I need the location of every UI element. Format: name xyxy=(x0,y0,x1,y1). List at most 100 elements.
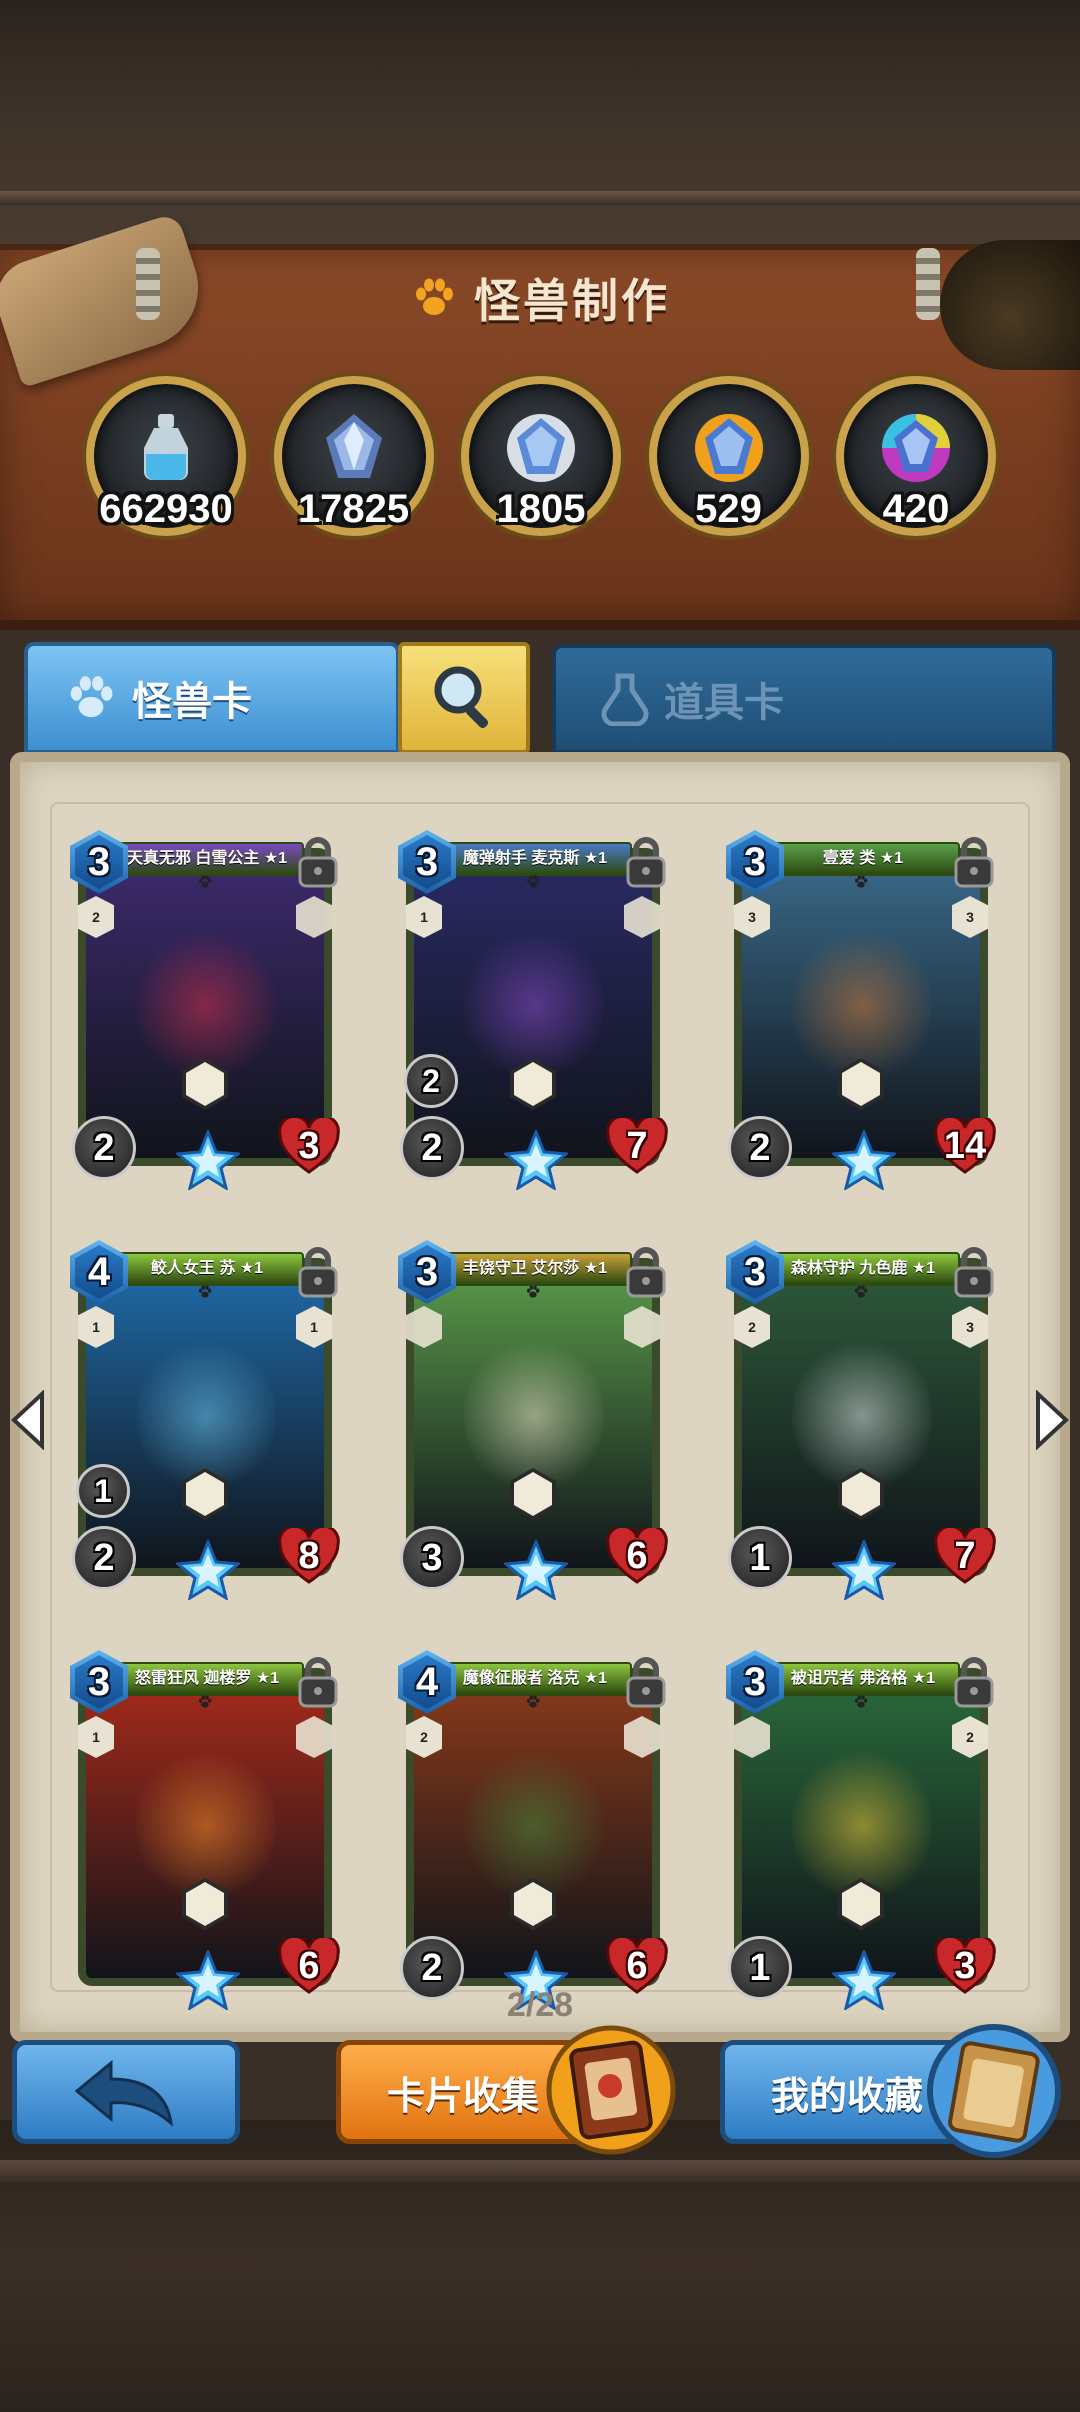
lock-icon xyxy=(626,837,666,888)
resource-count: 529 xyxy=(695,487,762,531)
card-art xyxy=(742,856,980,1158)
card-name: 被诅咒者 弗洛格 ★1 xyxy=(766,1662,960,1696)
trait-value: 2 xyxy=(420,1729,428,1745)
collection-book-icon[interactable] xyxy=(924,2018,1064,2164)
back-button[interactable] xyxy=(12,2040,240,2144)
monster-card[interactable]: 被诅咒者 弗洛格 ★1 3 2 1 3 xyxy=(726,1650,996,2010)
gem-rainbow-icon xyxy=(882,414,950,482)
rarity-star-icon xyxy=(176,1540,240,1600)
trait-value: 1 xyxy=(420,909,428,925)
extra-stat-badge: 2 xyxy=(404,1054,458,1108)
rarity-star-icon xyxy=(832,1540,896,1600)
resource-gem-rainbow[interactable]: 420 xyxy=(836,376,996,536)
attack-badge: 2 xyxy=(400,1116,464,1180)
gem-silver-icon xyxy=(507,414,575,482)
monster-card[interactable]: 鲛人女王 苏 ★1 4 1 1 1 2 8 xyxy=(70,1240,340,1600)
health-value: 7 xyxy=(626,1124,648,1167)
resource-count: 17825 xyxy=(297,487,410,531)
card-name: 天真无邪 白雪公主 ★1 xyxy=(110,842,304,876)
trait-value: 1 xyxy=(92,1319,100,1335)
extra-stat-badge: 1 xyxy=(76,1464,130,1518)
health-value: 7 xyxy=(954,1534,976,1577)
card-art xyxy=(414,1676,652,1978)
search-button[interactable] xyxy=(398,642,530,754)
paw-icon xyxy=(199,1695,212,1708)
paw-icon xyxy=(199,1285,212,1298)
lock-icon xyxy=(298,837,338,888)
mana-cost-value: 3 xyxy=(731,1655,779,1709)
prev-page-arrow-icon[interactable] xyxy=(8,1390,48,1450)
lock-icon xyxy=(626,1247,666,1298)
monster-card[interactable]: 森林守护 九色鹿 ★1 3 2 3 1 7 xyxy=(726,1240,996,1600)
attack-badge: 3 xyxy=(400,1526,464,1590)
health-value: 3 xyxy=(954,1944,976,1987)
monster-card[interactable]: 壹爱 类 ★1 3 3 3 2 14 xyxy=(726,830,996,1190)
lock-icon xyxy=(954,1657,994,1708)
mana-cost-value: 3 xyxy=(403,835,451,889)
resource-gem-silver[interactable]: 1805 xyxy=(461,376,621,536)
trait-value: 3 xyxy=(748,909,756,925)
card-art xyxy=(86,1676,324,1978)
paw-icon xyxy=(855,1695,868,1708)
card-grid: 天真无邪 白雪公主 ★1 3 2 2 3 魔弹射手 麦克斯 ★1 3 1 2 2 7 壹爱 类 ★1 3… xyxy=(70,830,996,2010)
card-name: 森林守护 九色鹿 ★1 xyxy=(766,1252,960,1286)
card-name: 壹爱 类 ★1 xyxy=(766,842,960,876)
favorites-label: 我的收藏 xyxy=(771,2075,924,2118)
resource-bar: 662930 17825 1805 529 420 xyxy=(86,376,996,536)
potion-icon xyxy=(601,673,649,726)
attack-badge: 2 xyxy=(72,1116,136,1180)
health-value: 6 xyxy=(298,1944,320,1987)
resource-count: 1805 xyxy=(496,487,586,531)
health-badge: 6 xyxy=(606,1528,668,1584)
trait-value: 2 xyxy=(748,1319,756,1335)
trait-value: 1 xyxy=(92,1729,100,1745)
lock-icon xyxy=(298,1657,338,1708)
monster-card[interactable]: 怒雷狂风 迦楼罗 ★1 3 1 6 xyxy=(70,1650,340,2010)
monster-card[interactable]: 魔弹射手 麦克斯 ★1 3 1 2 2 7 xyxy=(398,830,668,1190)
lock-icon xyxy=(954,837,994,888)
attack-badge: 2 xyxy=(72,1526,136,1590)
paw-icon xyxy=(527,1695,540,1708)
monster-card[interactable]: 天真无邪 白雪公主 ★1 3 2 2 3 xyxy=(70,830,340,1190)
tab-item-cards[interactable]: 道具卡 xyxy=(552,644,1056,754)
attack-badge: 2 xyxy=(728,1116,792,1180)
tab-monster-cards[interactable]: 怪兽卡 xyxy=(24,642,400,754)
health-value: 6 xyxy=(626,1944,648,1987)
card-name: 丰饶守卫 艾尔莎 ★1 xyxy=(438,1252,632,1286)
trait-value: 2 xyxy=(966,1729,974,1745)
resource-gem-gold[interactable]: 529 xyxy=(648,376,809,536)
collect-label: 卡片收集 xyxy=(387,2075,540,2118)
resource-dust[interactable]: 662930 xyxy=(86,376,246,536)
health-badge: 8 xyxy=(278,1528,340,1584)
health-value: 3 xyxy=(298,1124,320,1167)
health-value: 8 xyxy=(298,1534,320,1577)
health-badge: 7 xyxy=(934,1528,996,1584)
resource-count: 420 xyxy=(882,487,950,531)
trait-value: 2 xyxy=(92,909,100,925)
health-value: 6 xyxy=(626,1534,648,1577)
mana-cost-value: 3 xyxy=(731,835,779,889)
tab-label: 怪兽卡 xyxy=(132,680,252,724)
monster-card[interactable]: 魔像征服者 洛克 ★1 4 2 2 6 xyxy=(398,1650,668,2010)
bottom-wood-background xyxy=(0,2120,1080,2412)
mana-cost-value: 4 xyxy=(403,1655,451,1709)
title-row: 怪兽制作 xyxy=(0,268,1080,328)
tab-label: 道具卡 xyxy=(664,681,784,725)
next-page-arrow-icon[interactable] xyxy=(1032,1390,1072,1450)
back-arrow-icon xyxy=(74,2059,174,2127)
mana-cost-value: 3 xyxy=(75,835,123,889)
dust-bottle-icon xyxy=(144,414,188,480)
lock-icon xyxy=(954,1247,994,1298)
card-art xyxy=(414,856,652,1158)
card-art xyxy=(742,1266,980,1568)
rarity-star-icon xyxy=(176,1130,240,1190)
card-name: 鲛人女王 苏 ★1 xyxy=(110,1252,304,1286)
paw-icon xyxy=(855,875,868,888)
card-book-icon[interactable] xyxy=(546,2020,676,2160)
trait-value: 1 xyxy=(310,1319,318,1335)
health-value: 14 xyxy=(943,1124,987,1167)
attack-badge: 1 xyxy=(728,1526,792,1590)
monster-card[interactable]: 丰饶守卫 艾尔莎 ★1 3 3 6 xyxy=(398,1240,668,1600)
mana-cost-value: 4 xyxy=(75,1245,123,1299)
resource-gem-gray[interactable]: 17825 xyxy=(273,376,434,536)
